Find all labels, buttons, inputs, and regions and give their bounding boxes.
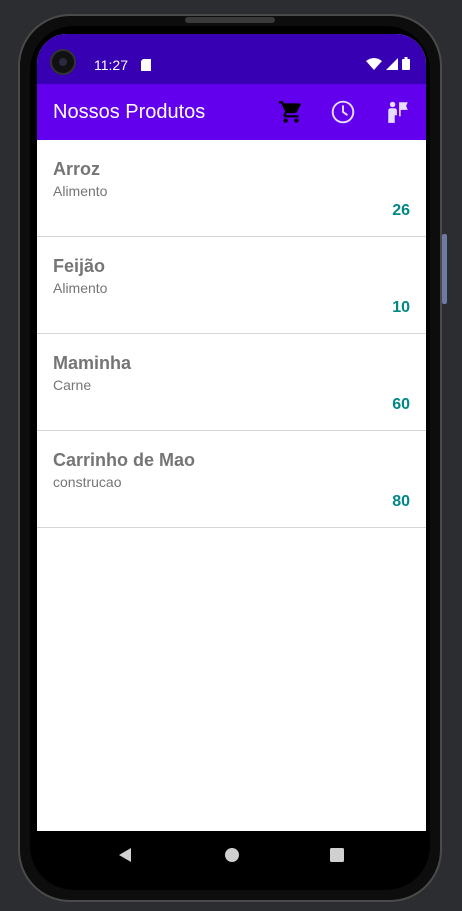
side-button bbox=[442, 234, 447, 304]
signal-icon bbox=[386, 57, 398, 75]
product-name: Arroz bbox=[53, 159, 101, 179]
cart-button[interactable] bbox=[278, 99, 304, 125]
product-list: Arroz Alimento 26 Feijão Alimento 10 Mam… bbox=[37, 140, 426, 528]
history-button[interactable] bbox=[330, 99, 356, 125]
back-icon[interactable] bbox=[117, 847, 133, 868]
product-quantity: 10 bbox=[392, 299, 410, 316]
product-category: Carne bbox=[53, 377, 92, 393]
list-item[interactable]: Carrinho de Mao construcao 80 bbox=[37, 431, 426, 528]
app-bar: Nossos Produtos bbox=[37, 84, 426, 140]
system-nav-bar bbox=[37, 831, 426, 879]
recents-icon[interactable] bbox=[329, 847, 345, 868]
sd-card-icon bbox=[141, 58, 151, 76]
speaker-grille bbox=[185, 17, 275, 23]
product-category: Alimento bbox=[53, 183, 108, 199]
product-category: construcao bbox=[53, 474, 122, 490]
product-name: Maminha bbox=[53, 353, 132, 373]
home-icon[interactable] bbox=[224, 847, 240, 868]
battery-icon bbox=[402, 57, 410, 75]
user-flag-button[interactable] bbox=[385, 99, 411, 125]
status-time: 11:27 bbox=[94, 57, 128, 73]
cart-icon bbox=[278, 101, 304, 129]
status-icons bbox=[366, 57, 410, 75]
camera-icon bbox=[50, 49, 76, 75]
app-screen: 11:27 Nossos Produtos Arroz Alimento 26 … bbox=[37, 34, 426, 831]
product-category: Alimento bbox=[53, 280, 108, 296]
product-name: Carrinho de Mao bbox=[53, 450, 196, 470]
product-quantity: 26 bbox=[392, 202, 410, 219]
list-item[interactable]: Feijão Alimento 10 bbox=[37, 237, 426, 334]
clock-icon bbox=[330, 100, 356, 129]
product-quantity: 80 bbox=[392, 493, 410, 510]
status-bar: 11:27 bbox=[37, 34, 426, 84]
product-quantity: 60 bbox=[392, 396, 410, 413]
list-item[interactable]: Arroz Alimento 26 bbox=[37, 140, 426, 237]
user-flag-icon bbox=[385, 101, 411, 129]
wifi-icon bbox=[366, 57, 382, 75]
product-name: Feijão bbox=[53, 256, 106, 276]
page-title: Nossos Produtos bbox=[53, 101, 206, 123]
list-item[interactable]: Maminha Carne 60 bbox=[37, 334, 426, 431]
